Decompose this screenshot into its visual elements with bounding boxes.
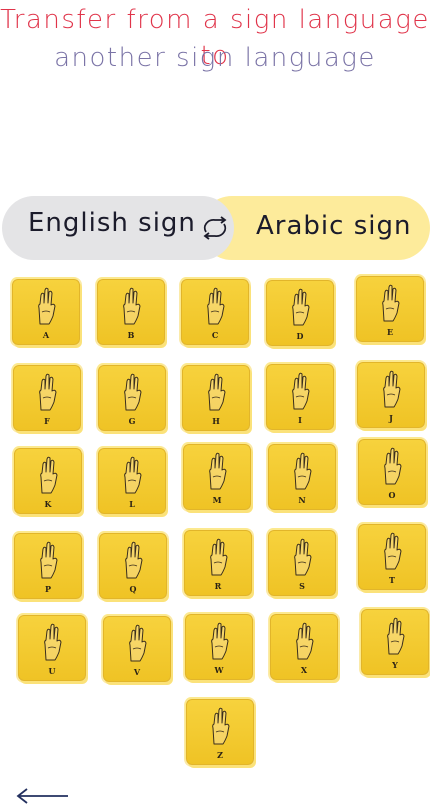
sign-card-q[interactable]: Q	[99, 533, 167, 599]
sign-letter-label: F	[44, 416, 50, 426]
sign-card-h[interactable]: H	[182, 365, 250, 431]
sign-letter-label: O	[388, 490, 396, 500]
hand-sign-icon	[294, 452, 312, 490]
sign-card-z[interactable]: Z	[186, 699, 254, 765]
arrow-left-icon[interactable]	[16, 786, 70, 806]
hand-sign-icon	[384, 447, 402, 485]
english-sign-label: English sign	[28, 208, 196, 238]
sign-letter-label: W	[214, 665, 224, 675]
sign-letter-label: S	[299, 581, 305, 591]
sign-card-w[interactable]: W	[185, 614, 253, 680]
hand-sign-icon	[294, 538, 312, 576]
sign-letter-label: Z	[217, 750, 223, 760]
sign-card-v[interactable]: V	[103, 616, 171, 682]
sign-card-f[interactable]: F	[13, 365, 81, 431]
arabic-sign-option[interactable]: Arabic sign	[200, 196, 430, 260]
sign-letter-label: D	[296, 331, 304, 341]
hand-sign-icon	[208, 373, 226, 411]
sign-letter-label: G	[128, 416, 136, 426]
sign-card-u[interactable]: U	[18, 615, 86, 681]
hand-sign-icon	[296, 622, 314, 660]
sign-letter-label: U	[48, 666, 56, 676]
hand-sign-icon	[383, 370, 401, 408]
hand-sign-icon	[292, 288, 310, 326]
sign-card-b[interactable]: B	[97, 279, 165, 345]
sign-card-y[interactable]: Y	[361, 609, 429, 675]
sign-letter-label: N	[298, 495, 306, 505]
sign-letter-label: B	[127, 330, 135, 340]
hand-sign-icon	[38, 287, 56, 325]
hand-sign-icon	[209, 452, 227, 490]
sign-card-r[interactable]: R	[184, 530, 252, 596]
hand-sign-icon	[292, 372, 310, 410]
hand-sign-icon	[129, 624, 147, 662]
sign-card-t[interactable]: T	[358, 524, 426, 590]
sign-letter-label: X	[300, 665, 308, 675]
sign-card-e[interactable]: E	[356, 276, 424, 342]
sign-card-g[interactable]: G	[98, 365, 166, 431]
sign-card-s[interactable]: S	[268, 530, 336, 596]
sign-card-o[interactable]: O	[358, 439, 426, 505]
hand-sign-icon	[125, 541, 143, 579]
sign-letter-label: J	[389, 413, 393, 423]
hand-sign-icon	[124, 373, 142, 411]
sign-letter-label: E	[386, 327, 394, 337]
sign-letter-label: Y	[392, 660, 398, 670]
sign-letter-label: Q	[129, 584, 137, 594]
sign-letter-label: C	[211, 330, 219, 340]
sign-card-c[interactable]: C	[181, 279, 249, 345]
sign-card-k[interactable]: K	[14, 448, 82, 514]
hand-sign-icon	[44, 623, 62, 661]
hand-sign-icon	[387, 617, 405, 655]
sign-card-d[interactable]: D	[266, 280, 334, 346]
hand-sign-icon	[207, 287, 225, 325]
hand-sign-icon	[211, 622, 229, 660]
swap-arrows-icon[interactable]	[199, 216, 231, 240]
hand-sign-icon	[39, 373, 57, 411]
hand-sign-icon	[123, 287, 141, 325]
sign-letter-label: H	[212, 416, 220, 426]
language-toggle: Arabic sign English sign	[2, 196, 430, 260]
sign-card-i[interactable]: I	[266, 364, 334, 430]
sign-letter-label: R	[214, 581, 222, 591]
page-title-line-2: another sign language	[54, 43, 376, 73]
hand-sign-icon	[384, 532, 402, 570]
sign-card-a[interactable]: A	[12, 279, 80, 345]
sign-letter-label: L	[129, 499, 135, 509]
hand-sign-icon	[210, 538, 228, 576]
sign-letter-label: M	[212, 495, 222, 505]
hand-sign-icon	[124, 456, 142, 494]
sign-card-l[interactable]: L	[98, 448, 166, 514]
sign-card-x[interactable]: X	[270, 614, 338, 680]
hand-sign-icon	[40, 541, 58, 579]
sign-letter-label: T	[389, 575, 395, 585]
sign-letter-label: A	[42, 330, 50, 340]
sign-card-p[interactable]: P	[14, 533, 82, 599]
arabic-sign-label: Arabic sign	[256, 211, 412, 241]
sign-card-j[interactable]: J	[357, 362, 425, 428]
sign-letter-label: V	[133, 667, 141, 677]
sign-letter-label: I	[298, 415, 302, 425]
sign-letter-label: P	[44, 584, 51, 594]
sign-letter-label: K	[44, 499, 52, 509]
hand-sign-icon	[212, 707, 230, 745]
sign-card-m[interactable]: M	[183, 444, 251, 510]
sign-card-n[interactable]: N	[268, 444, 336, 510]
hand-sign-icon	[382, 284, 400, 322]
hand-sign-icon	[40, 456, 58, 494]
